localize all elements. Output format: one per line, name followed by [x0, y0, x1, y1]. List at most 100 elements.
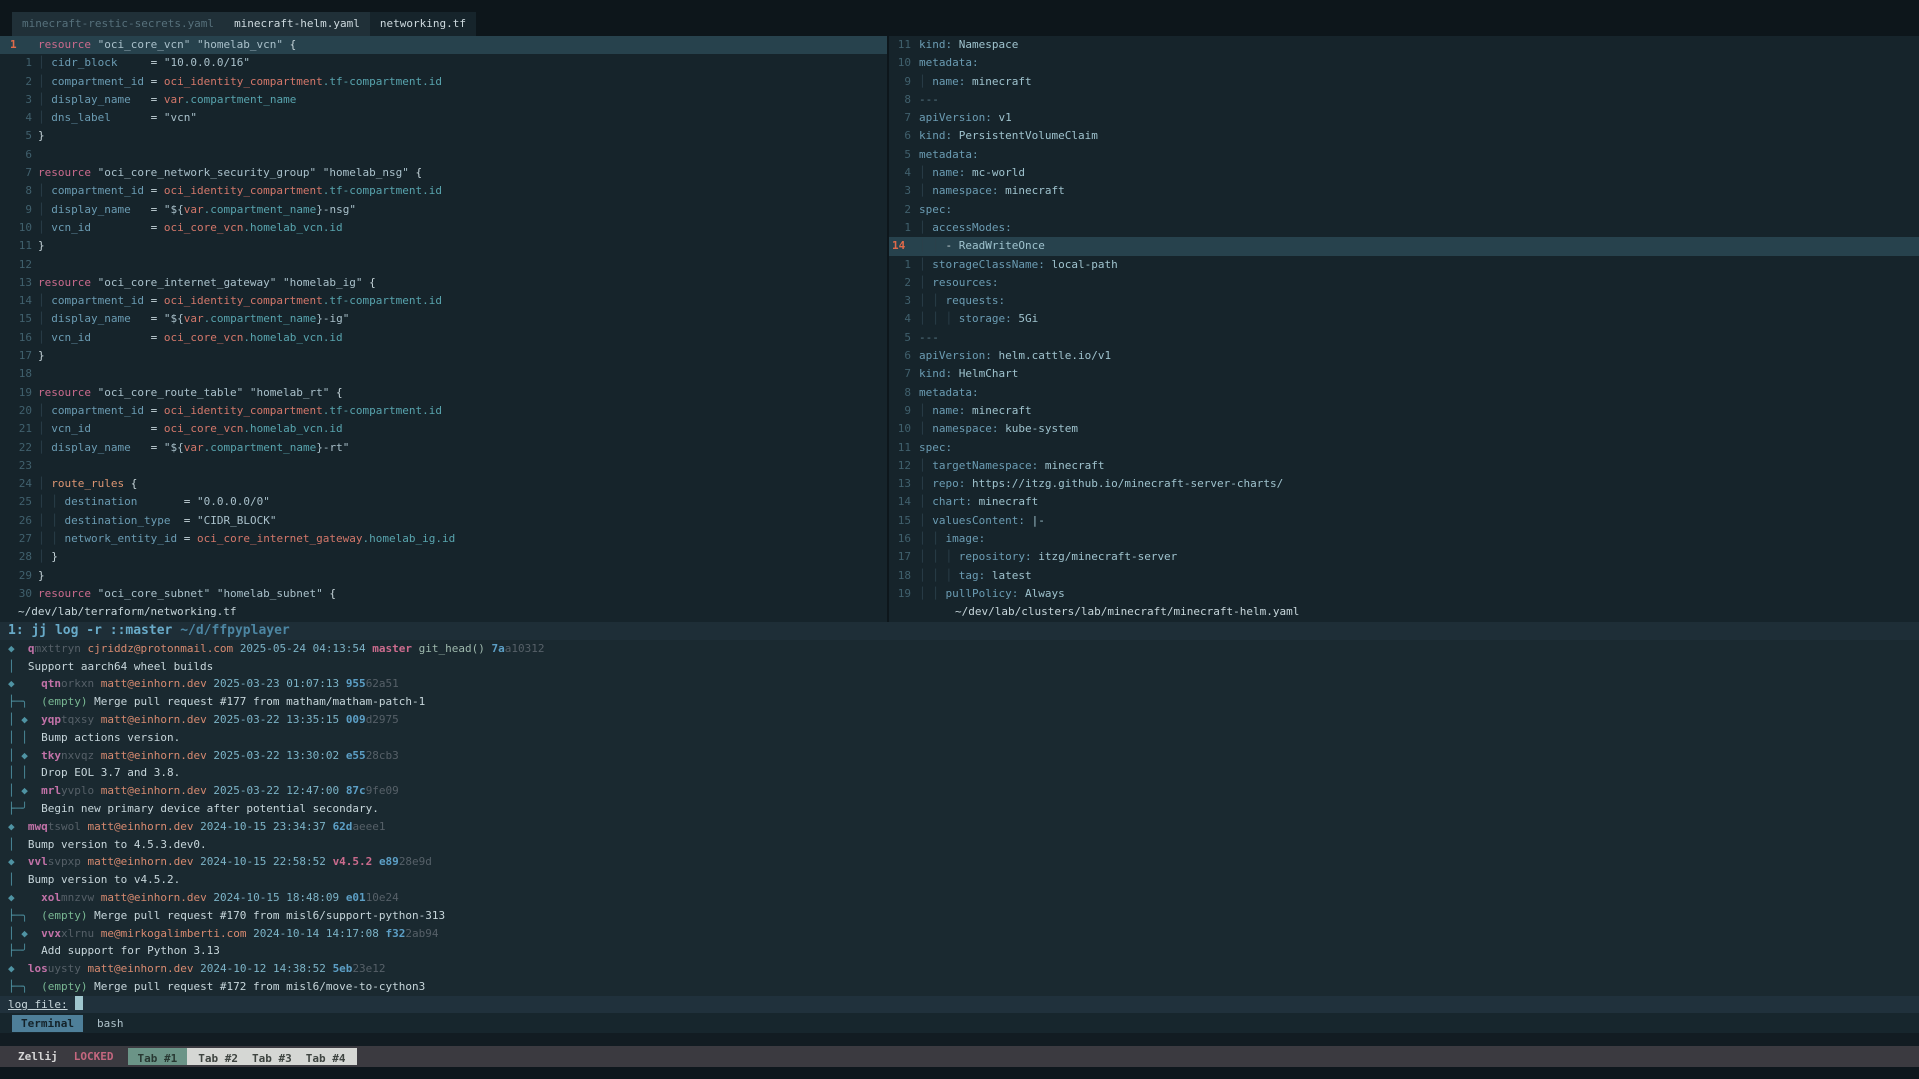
- token-ref: var: [184, 441, 204, 454]
- editor-line[interactable]: 25│ │ destination = "0.0.0.0/0": [0, 493, 887, 511]
- editor-line[interactable]: 16│ vcn_id = oci_core_vcn.homelab_vcn.id: [0, 329, 887, 347]
- terminal-tab-bash[interactable]: bash: [97, 1017, 124, 1030]
- token-ds: [28, 784, 41, 797]
- editor-line[interactable]: 7resource "oci_core_network_security_gro…: [0, 164, 887, 182]
- editor-pane-minecraft-helm-yaml[interactable]: 11kind: Namespace10metadata:9│ name: min…: [889, 36, 1919, 622]
- editor-line[interactable]: 15│ display_name = "${var.compartment_na…: [0, 310, 887, 328]
- editor-line[interactable]: 3│ │ requests:: [889, 292, 1919, 310]
- editor-line[interactable]: 19resource "oci_core_route_table" "homel…: [0, 384, 887, 402]
- editor-line[interactable]: 3│ namespace: minecraft: [889, 182, 1919, 200]
- editor-line[interactable]: 4│ │ │ storage: 5Gi: [889, 310, 1919, 328]
- line-number: 11: [0, 237, 34, 255]
- editor-line[interactable]: 16│ │ image:: [889, 530, 1919, 548]
- buffer-tab-minecraft-restic-secrets[interactable]: minecraft-restic-secrets.yaml: [12, 12, 224, 36]
- token-prop: compartment_id: [51, 184, 144, 197]
- token-cid: xol: [41, 891, 61, 904]
- editor-line[interactable]: 13│ repo: https://itzg.github.io/minecra…: [889, 475, 1919, 493]
- editor-line[interactable]: 1│ cidr_block = "10.0.0.0/16": [0, 54, 887, 72]
- editor-line[interactable]: 5metadata:: [889, 146, 1919, 164]
- editor-line[interactable]: 2│ compartment_id = oci_identity_compart…: [0, 73, 887, 91]
- editor-line[interactable]: 4│ name: mc-world: [889, 164, 1919, 182]
- editor-line[interactable]: 26│ │ destination_type = "CIDR_BLOCK": [0, 512, 887, 530]
- jj-log-line: │ ◆ tkynxvqz matt@einhorn.dev 2025-03-22…: [0, 747, 1919, 765]
- token-dt: 2025-03-22 12:47:00: [213, 784, 339, 797]
- editor-line[interactable]: 9│ name: minecraft: [889, 73, 1919, 91]
- editor-line[interactable]: 6: [0, 146, 887, 164]
- buffer-tab-networking-tf[interactable]: networking.tf: [370, 12, 476, 36]
- editor-line[interactable]: 10│ namespace: kube-system: [889, 420, 1919, 438]
- token-prop: display_name: [51, 93, 130, 106]
- token-idd: aeee1: [352, 820, 385, 833]
- editor-line[interactable]: 23: [0, 457, 887, 475]
- terminal-pane[interactable]: 1: jj log -r ::master ~/d/ffpyplayer ◆ q…: [0, 622, 1919, 1013]
- editor-line[interactable]: 8metadata:: [889, 384, 1919, 402]
- editor-line[interactable]: 9│ name: minecraft: [889, 402, 1919, 420]
- editor-line[interactable]: 20│ compartment_id = oci_identity_compar…: [0, 402, 887, 420]
- code-text: │ compartment_id = oci_identity_compartm…: [34, 292, 442, 310]
- token-gd: │ │: [38, 514, 65, 527]
- line-number: 7: [889, 109, 913, 127]
- editor-line[interactable]: 13resource "oci_core_internet_gateway" "…: [0, 274, 887, 292]
- line-number: 9: [889, 402, 913, 420]
- editor-line[interactable]: 1│ storageClassName: local-path: [889, 256, 1919, 274]
- terminal-tab-terminal[interactable]: Terminal: [12, 1015, 83, 1032]
- buffer-tab-minecraft-helm[interactable]: minecraft-helm.yaml: [224, 12, 370, 36]
- editor-line[interactable]: 2spec:: [889, 201, 1919, 219]
- code-text: resource "oci_core_route_table" "homelab…: [34, 384, 343, 402]
- editor-line[interactable]: 11kind: Namespace: [889, 36, 1919, 54]
- token-gr: │: [8, 873, 15, 886]
- code-text: │ storageClassName: local-path: [913, 256, 1118, 274]
- token-t: =: [170, 514, 197, 527]
- editor-line[interactable]: 1│ accessModes:: [889, 219, 1919, 237]
- editor-line[interactable]: 12│ targetNamespace: minecraft: [889, 457, 1919, 475]
- jj-log-line: │ Bump version to v4.5.2.: [0, 871, 1919, 889]
- editor-line[interactable]: 10metadata:: [889, 54, 1919, 72]
- zellij-tab-1[interactable]: Tab #1: [128, 1048, 188, 1065]
- code-text: │ │ requests:: [913, 292, 1005, 310]
- editor-line[interactable]: 14│ compartment_id = oci_identity_compar…: [0, 292, 887, 310]
- bufferline-inactive-strip: minecraft-restic-secrets.yaml minecraft-…: [12, 12, 370, 36]
- terminal-prompt-row[interactable]: log file:: [0, 996, 1919, 1013]
- editor-line[interactable]: 15│ valuesContent: |-: [889, 512, 1919, 530]
- editor-line[interactable]: 17}: [0, 347, 887, 365]
- token-ds: [339, 891, 346, 904]
- editor-line[interactable]: 5---: [889, 329, 1919, 347]
- editor-line[interactable]: 8│ compartment_id = oci_identity_compart…: [0, 182, 887, 200]
- editor-line[interactable]: 11spec:: [889, 439, 1919, 457]
- editor-line[interactable]: 30resource "oci_core_subnet" "homelab_su…: [0, 585, 887, 603]
- editor-line[interactable]: 9│ display_name = "${var.compartment_nam…: [0, 201, 887, 219]
- editor-line[interactable]: 5}: [0, 127, 887, 145]
- zellij-tab-2[interactable]: Tab #2: [191, 1050, 245, 1063]
- editor-line[interactable]: 24│ route_rules {: [0, 475, 887, 493]
- zellij-tab-4[interactable]: Tab #4: [299, 1050, 353, 1063]
- editor-cursor-line[interactable]: 1resource "oci_core_vcn" "homelab_vcn" {: [0, 36, 887, 54]
- editor-line[interactable]: 6apiVersion: helm.cattle.io/v1: [889, 347, 1919, 365]
- editor-line[interactable]: 18: [0, 365, 887, 383]
- token-gd: │: [38, 404, 51, 417]
- code-text: metadata:: [913, 54, 979, 72]
- editor-line[interactable]: 12: [0, 256, 887, 274]
- token-gr: │ ◆: [8, 749, 28, 762]
- editor-line[interactable]: 27│ │ network_entity_id = oci_core_inter…: [0, 530, 887, 548]
- editor-line[interactable]: 21│ vcn_id = oci_core_vcn.homelab_vcn.id: [0, 420, 887, 438]
- editor-line[interactable]: 7kind: HelmChart: [889, 365, 1919, 383]
- editor-pane-networking-tf[interactable]: 1resource "oci_core_vcn" "homelab_vcn" {…: [0, 36, 889, 622]
- editor-line[interactable]: 18│ │ │ tag: latest: [889, 567, 1919, 585]
- code-text: │ │ pullPolicy: Always: [913, 585, 1065, 603]
- editor-line[interactable]: 7apiVersion: v1: [889, 109, 1919, 127]
- editor-line[interactable]: 3│ display_name = var.compartment_name: [0, 91, 887, 109]
- editor-cursor-line[interactable]: 14│ │ - ReadWriteOnce: [889, 237, 1919, 255]
- editor-line[interactable]: 4│ dns_label = "vcn": [0, 109, 887, 127]
- editor-line[interactable]: 10│ vcn_id = oci_core_vcn.homelab_vcn.id: [0, 219, 887, 237]
- editor-line[interactable]: 8---: [889, 91, 1919, 109]
- editor-line[interactable]: 14│ chart: minecraft: [889, 493, 1919, 511]
- editor-line[interactable]: 22│ display_name = "${var.compartment_na…: [0, 439, 887, 457]
- editor-line[interactable]: 19│ │ pullPolicy: Always: [889, 585, 1919, 603]
- editor-line[interactable]: 2│ resources:: [889, 274, 1919, 292]
- editor-line[interactable]: 11}: [0, 237, 887, 255]
- zellij-tab-3[interactable]: Tab #3: [245, 1050, 299, 1063]
- editor-line[interactable]: 17│ │ │ repository: itzg/minecraft-serve…: [889, 548, 1919, 566]
- editor-line[interactable]: 28│ }: [0, 548, 887, 566]
- editor-line[interactable]: 6kind: PersistentVolumeClaim: [889, 127, 1919, 145]
- editor-line[interactable]: 29}: [0, 567, 887, 585]
